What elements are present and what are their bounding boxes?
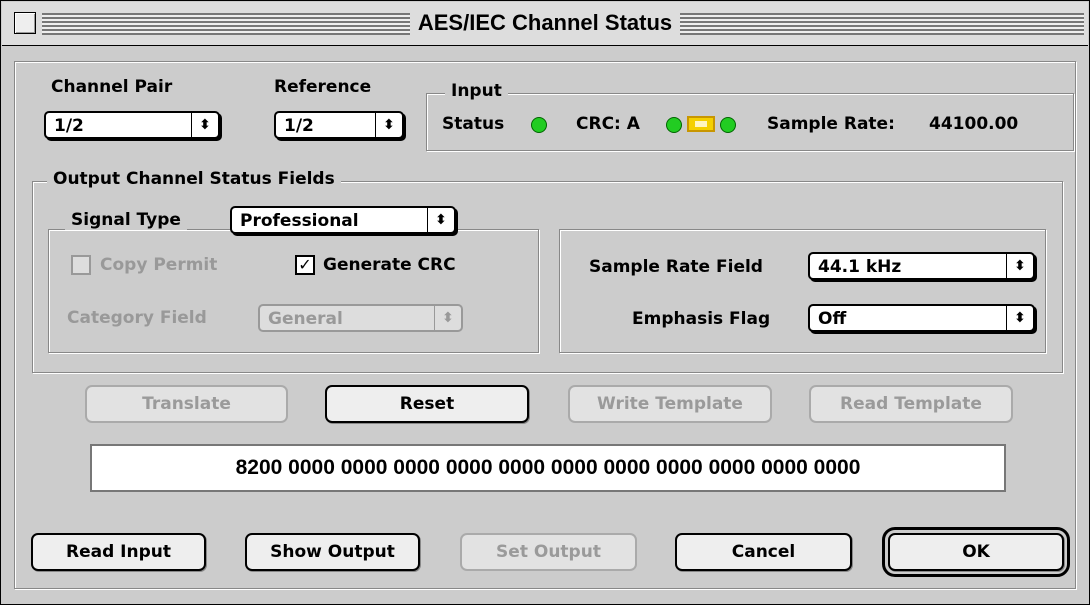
category-field-popup[interactable]: General ⬍ (258, 304, 463, 332)
emphasis-flag-label: Emphasis Flag (632, 309, 771, 329)
up-down-arrows-icon: ⬍ (1006, 306, 1033, 330)
up-down-arrows-icon: ⬍ (434, 306, 461, 330)
emphasis-flag-value: Off (818, 309, 847, 329)
reference-popup[interactable]: 1/2 ⬍ (274, 111, 404, 139)
show-output-button[interactable]: Show Output (245, 533, 420, 571)
crc-led-b-icon (720, 117, 736, 133)
set-output-button[interactable]: Set Output (460, 533, 637, 571)
reference-label: Reference (274, 77, 372, 97)
sample-rate-label: Sample Rate: (767, 114, 895, 134)
signal-type-label: Signal Type (65, 210, 187, 230)
write-template-button[interactable]: Write Template (568, 385, 772, 423)
emphasis-flag-popup[interactable]: Off ⬍ (808, 304, 1035, 332)
generate-crc-label: Generate CRC (323, 255, 456, 275)
check-icon: ✓ (298, 255, 312, 274)
channel-pair-value: 1/2 (54, 116, 84, 136)
output-fields-label: Output Channel Status Fields (47, 169, 341, 189)
generate-crc-checkbox[interactable]: ✓ (295, 255, 315, 275)
up-down-arrows-icon: ⬍ (427, 208, 454, 232)
copy-permit-label: Copy Permit (100, 255, 218, 275)
status-led-icon (531, 117, 547, 133)
window-title: AES/IEC Channel Status (2, 10, 1088, 36)
channel-pair-popup[interactable]: 1/2 ⬍ (44, 111, 220, 139)
sample-rate-field-popup[interactable]: 44.1 kHz ⬍ (808, 252, 1035, 280)
title-bar[interactable]: AES/IEC Channel Status (2, 2, 1088, 46)
crc-indicator-icon (687, 116, 715, 132)
sample-rate-group (559, 229, 1046, 353)
category-field-value: General (268, 309, 343, 329)
up-down-arrows-icon: ⬍ (1006, 254, 1033, 278)
signal-type-value: Professional (240, 211, 359, 231)
read-input-button[interactable]: Read Input (31, 533, 206, 571)
input-status-label: Status (442, 114, 505, 134)
signal-type-group (48, 229, 539, 353)
ok-button[interactable]: OK (882, 527, 1070, 577)
up-down-arrows-icon: ⬍ (191, 113, 218, 137)
read-template-button[interactable]: Read Template (809, 385, 1013, 423)
category-field-label: Category Field (67, 308, 207, 328)
crc-led-a-icon (666, 117, 682, 133)
channel-status-hex-field[interactable]: 8200 0000 0000 0000 0000 0000 0000 0000 … (90, 444, 1006, 492)
translate-button[interactable]: Translate (85, 385, 288, 423)
sample-rate-value: 44100.00 (929, 114, 1019, 134)
reset-button[interactable]: Reset (325, 385, 529, 423)
reference-value: 1/2 (284, 116, 314, 136)
input-group-label: Input (445, 81, 508, 101)
signal-type-popup[interactable]: Professional ⬍ (230, 206, 456, 234)
crc-label: CRC: A (576, 114, 640, 134)
sample-rate-field-label: Sample Rate Field (589, 257, 763, 277)
cancel-button[interactable]: Cancel (675, 533, 852, 571)
channel-pair-label: Channel Pair (51, 77, 173, 97)
sample-rate-field-value: 44.1 kHz (818, 257, 902, 277)
up-down-arrows-icon: ⬍ (375, 113, 402, 137)
dialog-window: AES/IEC Channel Status Channel Pair 1/2 … (0, 0, 1090, 605)
copy-permit-checkbox[interactable] (71, 255, 91, 275)
